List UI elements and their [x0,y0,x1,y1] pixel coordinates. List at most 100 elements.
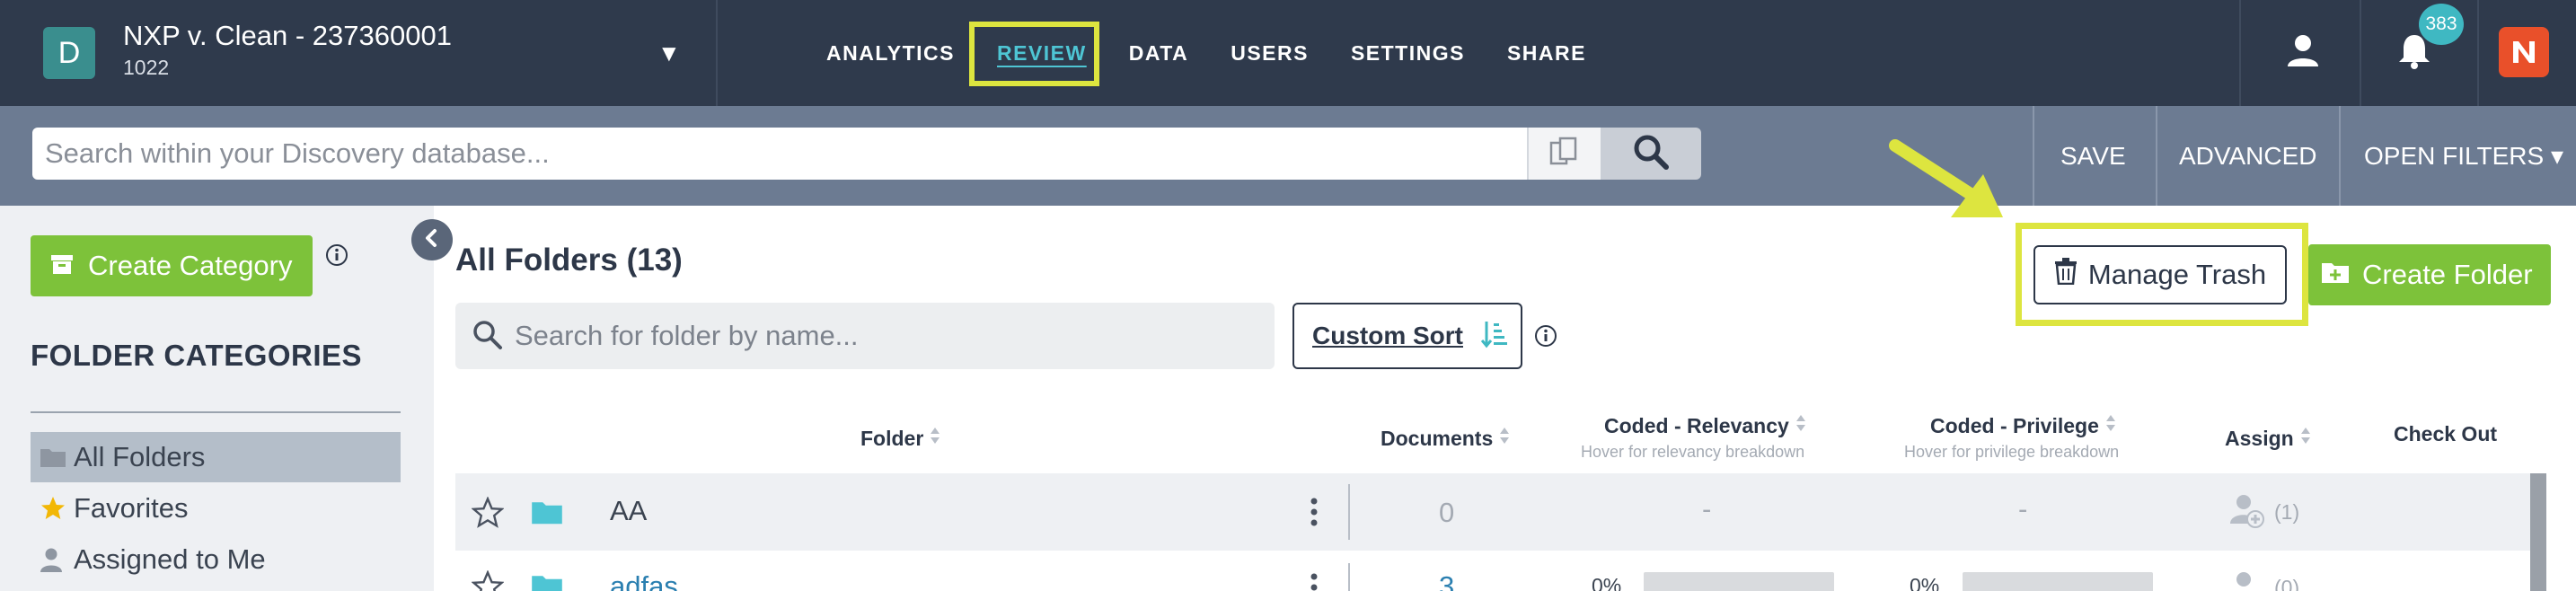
info-icon[interactable] [325,243,348,271]
scrollbar[interactable] [2530,473,2546,591]
privilege-bar[interactable] [1963,572,2153,591]
database-dropdown-icon[interactable]: ▼ [657,40,681,67]
arrow-annotation-icon [1886,135,2012,229]
nav-share[interactable]: SHARE [1507,41,1586,66]
nav-analytics[interactable]: ANALYTICS [826,41,955,66]
divider [2339,106,2341,206]
table-row[interactable]: adfas 3 0% 0% (0) [455,551,2530,591]
top-bar: D NXP v. Clean - 237360001 1022 ▼ ANALYT… [0,0,2576,106]
person-icon [40,547,66,572]
folder-name-link[interactable]: adfas [610,570,678,591]
sidebar-item-favorites[interactable]: Favorites [31,483,401,534]
brand-logo-icon[interactable] [2499,27,2549,77]
manage-trash-button[interactable]: Manage Trash [2033,245,2287,304]
folder-name: AA [610,495,648,526]
database-search-input[interactable] [32,128,1527,180]
divider [716,0,718,106]
trash-icon [2054,258,2078,292]
column-subheader-relevancy: Hover for relevancy breakdown [1581,443,1805,461]
column-header-label: Coded - Relevancy [1604,413,1789,437]
folder-icon [40,446,66,468]
sort-arrows-icon [1795,411,1807,440]
divider [2033,106,2034,206]
search-row: SAVE ADVANCED OPEN FILTERS ▾ [0,106,2576,206]
review-highlight-box [969,22,1099,86]
divider [2477,0,2479,106]
sidebar-item-label: Assigned to Me [74,543,266,575]
sidebar-item-assigned-to-me[interactable]: Assigned to Me [31,534,401,585]
custom-sort-label: Custom Sort [1312,322,1463,349]
document-count: 0 [1439,497,1455,528]
column-header-check-out: Check Out [2394,422,2498,445]
table-row[interactable]: AA 0 - - (1) [455,473,2530,551]
database-name[interactable]: NXP v. Clean - 237360001 [123,20,452,52]
create-category-label: Create Category [88,250,293,281]
folder-categories-heading: FOLDER CATEGORIES [31,339,363,372]
relevancy-bar[interactable] [1644,572,1834,591]
folder-search-input[interactable] [455,303,1275,369]
notification-badge[interactable]: 383 [2419,4,2464,45]
page-title: All Folders (13) [455,243,683,278]
divider [2156,106,2157,206]
database-avatar[interactable]: D [43,27,95,79]
privilege-percent: 0% [1910,574,1940,591]
nav-settings[interactable]: SETTINGS [1351,41,1465,66]
star-icon [40,495,66,522]
relevancy-percent: 0% [1592,574,1622,591]
sort-arrows-icon [1498,424,1511,453]
column-header-folder[interactable]: Folder [860,424,941,453]
assign-count: (0) [2274,576,2300,591]
document-count-link[interactable]: 3 [1439,570,1454,591]
save-button[interactable]: SAVE [2060,106,2126,206]
column-header-assign[interactable]: Assign [2225,424,2312,453]
divider [2360,0,2361,106]
column-header-label: Documents [1381,426,1494,450]
assign-user-icon[interactable] [2229,570,2265,591]
create-folder-label: Create Folder [2362,259,2533,290]
relevancy-value: - [1702,493,1712,525]
star-outline-icon[interactable] [471,569,505,591]
create-folder-button[interactable]: Create Folder [2308,244,2551,305]
advanced-button[interactable]: ADVANCED [2179,106,2317,206]
manage-trash-label: Manage Trash [2087,259,2267,290]
column-header-label: Coded - Privilege [1930,413,2099,437]
privilege-value: - [2018,493,2028,525]
search-button[interactable] [1601,128,1701,180]
open-filters-button[interactable]: OPEN FILTERS ▾ [2364,106,2563,206]
chevron-left-icon [422,228,442,252]
kebab-menu-icon[interactable] [1310,572,1319,591]
assign-user-icon[interactable] [2229,493,2265,534]
folder-icon [531,572,563,591]
nav-data[interactable]: DATA [1129,41,1188,66]
star-outline-icon[interactable] [471,496,505,534]
sidebar-item-label: All Folders [74,441,206,472]
assign-count: (1) [2274,500,2300,524]
nav-users[interactable]: USERS [1231,41,1309,66]
divider [2239,0,2241,106]
search-icon [1632,133,1670,175]
user-icon[interactable] [2285,32,2321,73]
folder-icon [531,498,563,530]
sort-arrows-icon [2299,424,2312,453]
column-header-documents[interactable]: Documents [1381,424,1511,453]
main-nav: ANALYTICS REVIEW DATA USERS SETTINGS SHA… [826,0,1628,106]
copy-search-button[interactable] [1527,128,1601,180]
sort-ascending-icon [1480,320,1508,353]
search-icon [472,319,504,356]
create-category-button[interactable]: Create Category [31,235,313,296]
column-subheader-privilege: Hover for privilege breakdown [1904,443,2120,461]
collapse-sidebar-button[interactable] [411,219,453,260]
column-header-coded-privilege[interactable]: Coded - Privilege [1930,411,2117,440]
sort-arrows-icon [929,424,941,453]
folder-plus-icon [2321,259,2350,291]
divider [1348,563,1350,591]
sidebar: Create Category FOLDER CATEGORIES All Fo… [0,206,434,591]
divider [1348,484,1350,540]
column-header-coded-relevancy[interactable]: Coded - Relevancy [1604,411,1807,440]
database-id: 1022 [123,56,170,79]
sidebar-item-all-folders[interactable]: All Folders [31,432,401,482]
info-icon[interactable] [1534,324,1557,352]
sidebar-item-label: Favorites [74,492,189,524]
custom-sort-button[interactable]: Custom Sort [1292,303,1522,369]
kebab-menu-icon[interactable] [1310,497,1319,532]
